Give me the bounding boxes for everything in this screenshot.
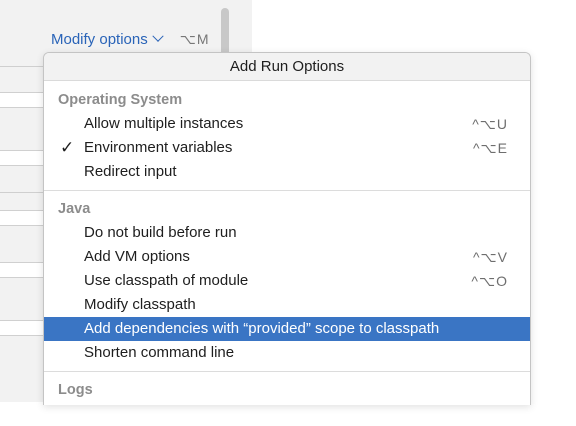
menu-item[interactable]: Use classpath of module ^⌥O (44, 269, 530, 293)
menu-item[interactable]: ✓ Environment variables ^⌥E (44, 136, 530, 160)
group-header: Java (58, 201, 91, 217)
menu-item[interactable]: Allow multiple instances ^⌥U (44, 112, 530, 136)
menu-item[interactable]: Modify classpath (44, 293, 530, 317)
menu-item-label: Add dependencies with “provided” scope t… (84, 320, 440, 337)
menu-item-shortcut: ^⌥O (471, 273, 508, 289)
form-field-stub[interactable] (0, 210, 47, 226)
menu-item-label: Add VM options (84, 248, 190, 265)
menu-item[interactable]: Shorten command line (44, 341, 530, 365)
modify-options-button[interactable]: Modify options ⌥M (51, 28, 210, 50)
menu-item-label: Do not build before run (84, 224, 237, 241)
menu-item-label: Use classpath of module (84, 272, 249, 289)
popup-list: Operating System Allow multiple instances… (44, 81, 530, 402)
menu-item-label: Modify classpath (84, 296, 196, 313)
group-header: Logs (58, 382, 93, 398)
menu-item-label: Redirect input (84, 163, 177, 180)
menu-item-label: Allow multiple instances (84, 115, 244, 132)
field-divider (0, 192, 46, 193)
group-separator (44, 190, 530, 191)
menu-item-label: Shorten command line (84, 344, 235, 361)
menu-item-label: Environment variables (84, 139, 233, 156)
menu-item[interactable]: Redirect input (44, 160, 530, 184)
form-field-stub[interactable] (0, 320, 47, 336)
menu-item[interactable]: Do not build before run (44, 221, 530, 245)
modify-options-label[interactable]: Modify options (51, 31, 148, 48)
form-field-stub[interactable] (0, 150, 47, 166)
field-divider (0, 66, 46, 67)
add-run-options-popup: Add Run Options Operating System Allow mu… (43, 52, 531, 405)
group-header: Operating System (58, 92, 183, 108)
menu-item-shortcut: ^⌥E (472, 140, 508, 156)
modify-options-shortcut: ⌥M (179, 30, 210, 47)
menu-item-shortcut: ^⌥U (472, 116, 508, 132)
list-top-padding (44, 81, 530, 88)
menu-item-shortcut: ^⌥V (472, 249, 508, 265)
form-field-stub[interactable] (0, 262, 47, 278)
group-separator (44, 371, 530, 372)
form-field-stub[interactable] (0, 92, 47, 108)
checkmark-icon: ✓ (60, 138, 75, 157)
chevron-down-icon (152, 30, 164, 42)
menu-item[interactable]: Add VM options ^⌥V (44, 245, 530, 269)
menu-item[interactable]: Add dependencies with “provided” scope t… (44, 317, 530, 341)
popup-title: Add Run Options (44, 53, 530, 81)
